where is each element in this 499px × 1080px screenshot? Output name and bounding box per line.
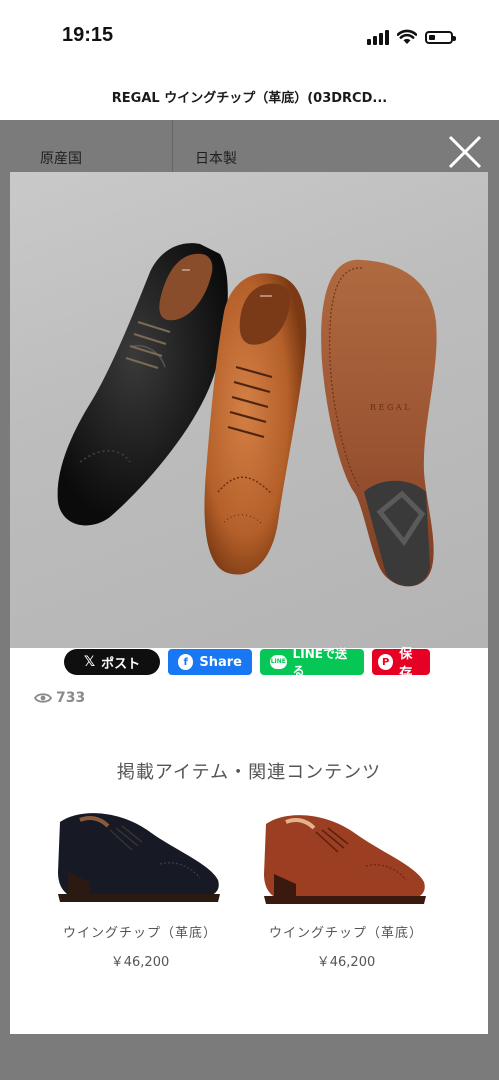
product-image-brown bbox=[264, 815, 426, 904]
share-x-button[interactable]: 𝕏 ポスト bbox=[64, 649, 160, 675]
product-image-black bbox=[58, 813, 220, 902]
share-line-button[interactable]: LINE LINEで送る bbox=[260, 647, 364, 678]
battery-icon bbox=[425, 30, 456, 44]
shoes-illustration: R E G A L bbox=[57, 243, 437, 587]
share-pinterest-label: 保存 bbox=[399, 647, 413, 681]
close-button[interactable] bbox=[446, 133, 484, 171]
line-icon: LINE bbox=[270, 655, 287, 669]
share-facebook-label: Share bbox=[199, 654, 242, 670]
eye-icon bbox=[34, 693, 52, 703]
share-x-label: ポスト bbox=[101, 656, 141, 672]
facebook-icon: f bbox=[178, 654, 194, 670]
page-header: REGAL ウイングチップ（革底）(03DRCD... bbox=[0, 70, 499, 120]
spec-row-origin: 原産国 日本製 bbox=[22, 120, 477, 175]
svg-text:R E G A L: R E G A L bbox=[370, 403, 410, 412]
wifi-icon bbox=[397, 29, 417, 44]
image-modal: R E G A L 𝕏 ポスト f Share LINE LINEで送る P 保… bbox=[10, 172, 488, 1034]
share-facebook-button[interactable]: f Share bbox=[168, 649, 252, 675]
product-name: ウイングチップ（革底） bbox=[62, 926, 217, 941]
shoe-sole: R E G A L bbox=[321, 259, 437, 587]
spec-value: 日本製 bbox=[195, 151, 237, 167]
view-count-value: 733 bbox=[56, 690, 86, 706]
spec-label: 原産国 bbox=[40, 151, 82, 167]
spec-divider bbox=[172, 120, 173, 174]
product-price: ￥46,200 bbox=[110, 955, 170, 970]
close-icon bbox=[448, 135, 482, 169]
pinterest-icon: P bbox=[378, 654, 394, 670]
black-shoe bbox=[57, 243, 228, 526]
x-logo-icon: 𝕏 bbox=[83, 654, 96, 670]
product-photo: R E G A L bbox=[10, 172, 488, 648]
page-title: REGAL ウイングチップ（革底）(03DRCD... bbox=[111, 91, 388, 106]
share-buttons: 𝕏 ポスト f Share LINE LINEで送る P 保存 bbox=[64, 647, 430, 681]
related-item-brown[interactable]: ウイングチップ（革底） ￥46,200 bbox=[246, 802, 446, 970]
product-price: ￥46,200 bbox=[316, 955, 376, 970]
view-count: 733 bbox=[34, 690, 85, 706]
signal-icon bbox=[367, 29, 389, 45]
status-time: 19:15 bbox=[62, 24, 114, 46]
share-pinterest-button[interactable]: P 保存 bbox=[372, 647, 430, 681]
product-name: ウイングチップ（革底） bbox=[268, 926, 423, 941]
status-bar: 19:15 bbox=[0, 0, 499, 70]
related-item-black[interactable]: ウイングチップ（革底） ￥46,200 bbox=[40, 802, 240, 970]
status-icons bbox=[367, 26, 456, 48]
share-line-label: LINEで送る bbox=[292, 647, 347, 678]
related-heading: 掲載アイテム・関連コンテンツ bbox=[116, 762, 382, 783]
